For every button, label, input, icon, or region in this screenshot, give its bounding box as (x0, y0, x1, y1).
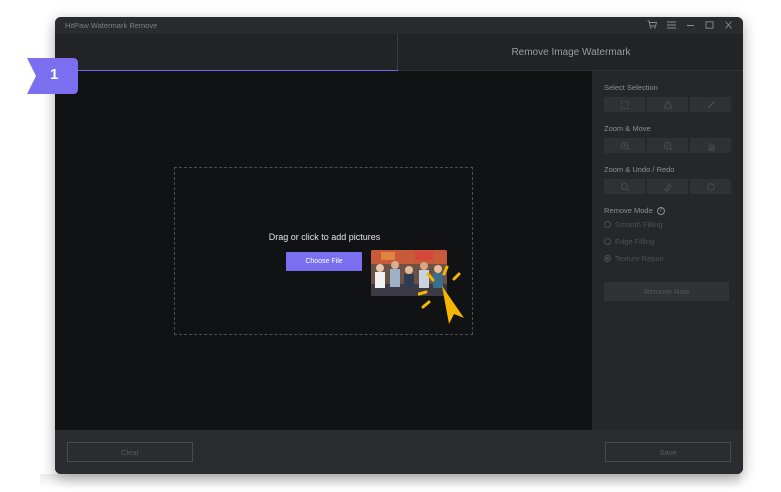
zoom-move-tools (604, 138, 731, 153)
footer-bar: Clear Save (55, 430, 743, 474)
magnify-icon[interactable] (604, 179, 645, 194)
remove-mode-label: Remove Mode (604, 206, 653, 215)
reset-icon[interactable] (690, 179, 731, 194)
zoom-out-icon[interactable] (647, 138, 688, 153)
mode-option-smooth[interactable]: Smooth Filling (604, 220, 731, 229)
selection-tools (604, 97, 731, 112)
eraser-icon[interactable] (647, 179, 688, 194)
maximize-icon[interactable] (705, 20, 714, 31)
pointer-cursor-icon (418, 265, 464, 324)
app-window: HitPaw Watermark Remove Remove Image Wat (55, 17, 743, 474)
hand-icon[interactable] (690, 138, 731, 153)
tab-bar: Remove Image Watermark (55, 34, 743, 72)
choose-file-button[interactable]: Choose File (286, 252, 362, 271)
step-number: 1 (50, 66, 59, 83)
cart-icon[interactable] (647, 20, 658, 31)
minimize-icon[interactable] (686, 21, 695, 31)
radio-icon (604, 238, 611, 245)
radio-icon (604, 221, 611, 228)
zoom-move-label: Zoom & Move (604, 124, 651, 133)
mode-label: Edge Filling (615, 237, 655, 246)
remove-now-button[interactable]: Remove Now (604, 282, 729, 301)
save-button[interactable]: Save (605, 442, 731, 462)
rectangle-select-icon[interactable] (604, 97, 645, 112)
step-badge: 1 (27, 58, 78, 94)
menu-icon[interactable] (667, 21, 676, 31)
zoom-undo-redo-label: Zoom & Undo / Redo (604, 165, 675, 174)
titlebar: HitPaw Watermark Remove (55, 17, 743, 34)
tab-label: Remove Image Watermark (511, 47, 631, 58)
mode-option-texture[interactable]: Texture Repair (604, 254, 731, 263)
mode-label: Texture Repair (615, 254, 664, 263)
app-title: HitPaw Watermark Remove (65, 21, 158, 30)
tab-main[interactable] (55, 34, 398, 72)
mode-option-edge[interactable]: Edge Filling (604, 237, 731, 246)
radio-checked-icon (604, 255, 611, 262)
select-selection-label: Select Selection (604, 83, 658, 92)
image-canvas: Drag or click to add pictures Choose Fil… (55, 71, 592, 430)
close-icon[interactable] (724, 20, 733, 31)
polygon-select-icon[interactable] (647, 97, 688, 112)
drop-zone[interactable]: Drag or click to add pictures Choose Fil… (174, 167, 473, 335)
remove-mode-header: Remove Mode ? (604, 206, 731, 215)
window-controls (647, 20, 733, 31)
tools-panel: Select Selection Zoom & Move Zoom & Undo… (592, 71, 743, 430)
zoom-undo-redo-tools (604, 179, 731, 194)
brush-icon[interactable] (690, 97, 731, 112)
help-icon[interactable]: ? (656, 206, 665, 215)
tab-remove-image-watermark[interactable]: Remove Image Watermark (399, 34, 743, 71)
clear-button[interactable]: Clear (67, 442, 193, 462)
window-shadow (40, 474, 740, 488)
zoom-in-icon[interactable] (604, 138, 645, 153)
drop-instruction: Drag or click to add pictures (268, 232, 381, 242)
mode-label: Smooth Filling (615, 220, 663, 229)
